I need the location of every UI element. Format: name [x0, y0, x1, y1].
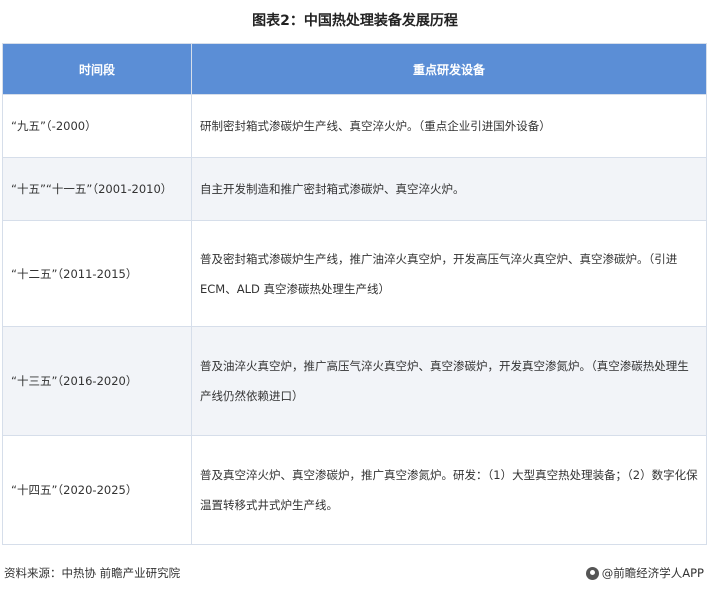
- brand-credit: @前瞻经济学人APP: [585, 565, 704, 581]
- chart-title: 图表2：中国热处理装备发展历程: [252, 13, 458, 29]
- equipment-cell: 普及真空淬火炉、真空渗碳炉，推广真空渗氮炉。研发：（1）大型真空热处理装备；（2…: [191, 435, 707, 545]
- period-cell: “十四五”（2020-2025）: [2, 435, 192, 545]
- table-row: “九五”（-2000） 研制密封箱式渗碳炉生产线、真空淬火炉。（重点企业引进国外…: [2, 94, 707, 158]
- footer: 资料来源：中热协 前瞻产业研究院 @前瞻经济学人APP: [0, 563, 710, 583]
- period-cell: “十二五”（2011-2015）: [2, 220, 192, 327]
- brand-label: @前瞻经济学人APP: [601, 566, 704, 580]
- source-note: 资料来源：中热协 前瞻产业研究院: [4, 566, 181, 580]
- table-header-row: 时间段 重点研发设备: [2, 43, 707, 95]
- equipment-cell: 研制密封箱式渗碳炉生产线、真空淬火炉。（重点企业引进国外设备）: [191, 94, 707, 158]
- qianzhan-logo-icon: [585, 566, 599, 580]
- period-cell: “十五”“十一五”（2001-2010）: [2, 157, 192, 221]
- table-row: “十五”“十一五”（2001-2010） 自主开发制造和推广密封箱式渗碳炉、真空…: [2, 157, 707, 221]
- equipment-cell: 普及密封箱式渗碳炉生产线，推广油淬火真空炉，开发高压气淬火真空炉、真空渗碳炉。（…: [191, 220, 707, 327]
- equipment-cell: 普及油淬火真空炉，推广高压气淬火真空炉、真空渗碳炉，开发真空渗氮炉。（真空渗碳热…: [191, 326, 707, 436]
- header-equipment: 重点研发设备: [191, 43, 707, 95]
- table-row: “十三五”（2016-2020） 普及油淬火真空炉，推广高压气淬火真空炉、真空渗…: [2, 326, 707, 436]
- table-row: “十二五”（2011-2015） 普及密封箱式渗碳炉生产线，推广油淬火真空炉，开…: [2, 220, 707, 327]
- period-cell: “九五”（-2000）: [2, 94, 192, 158]
- development-history-table: 时间段 重点研发设备 “九五”（-2000） 研制密封箱式渗碳炉生产线、真空淬火…: [2, 43, 707, 545]
- header-period: 时间段: [2, 43, 192, 95]
- equipment-cell: 自主开发制造和推广密封箱式渗碳炉、真空淬火炉。: [191, 157, 707, 221]
- period-cell: “十三五”（2016-2020）: [2, 326, 192, 436]
- table-row: “十四五”（2020-2025） 普及真空淬火炉、真空渗碳炉，推广真空渗氮炉。研…: [2, 435, 707, 545]
